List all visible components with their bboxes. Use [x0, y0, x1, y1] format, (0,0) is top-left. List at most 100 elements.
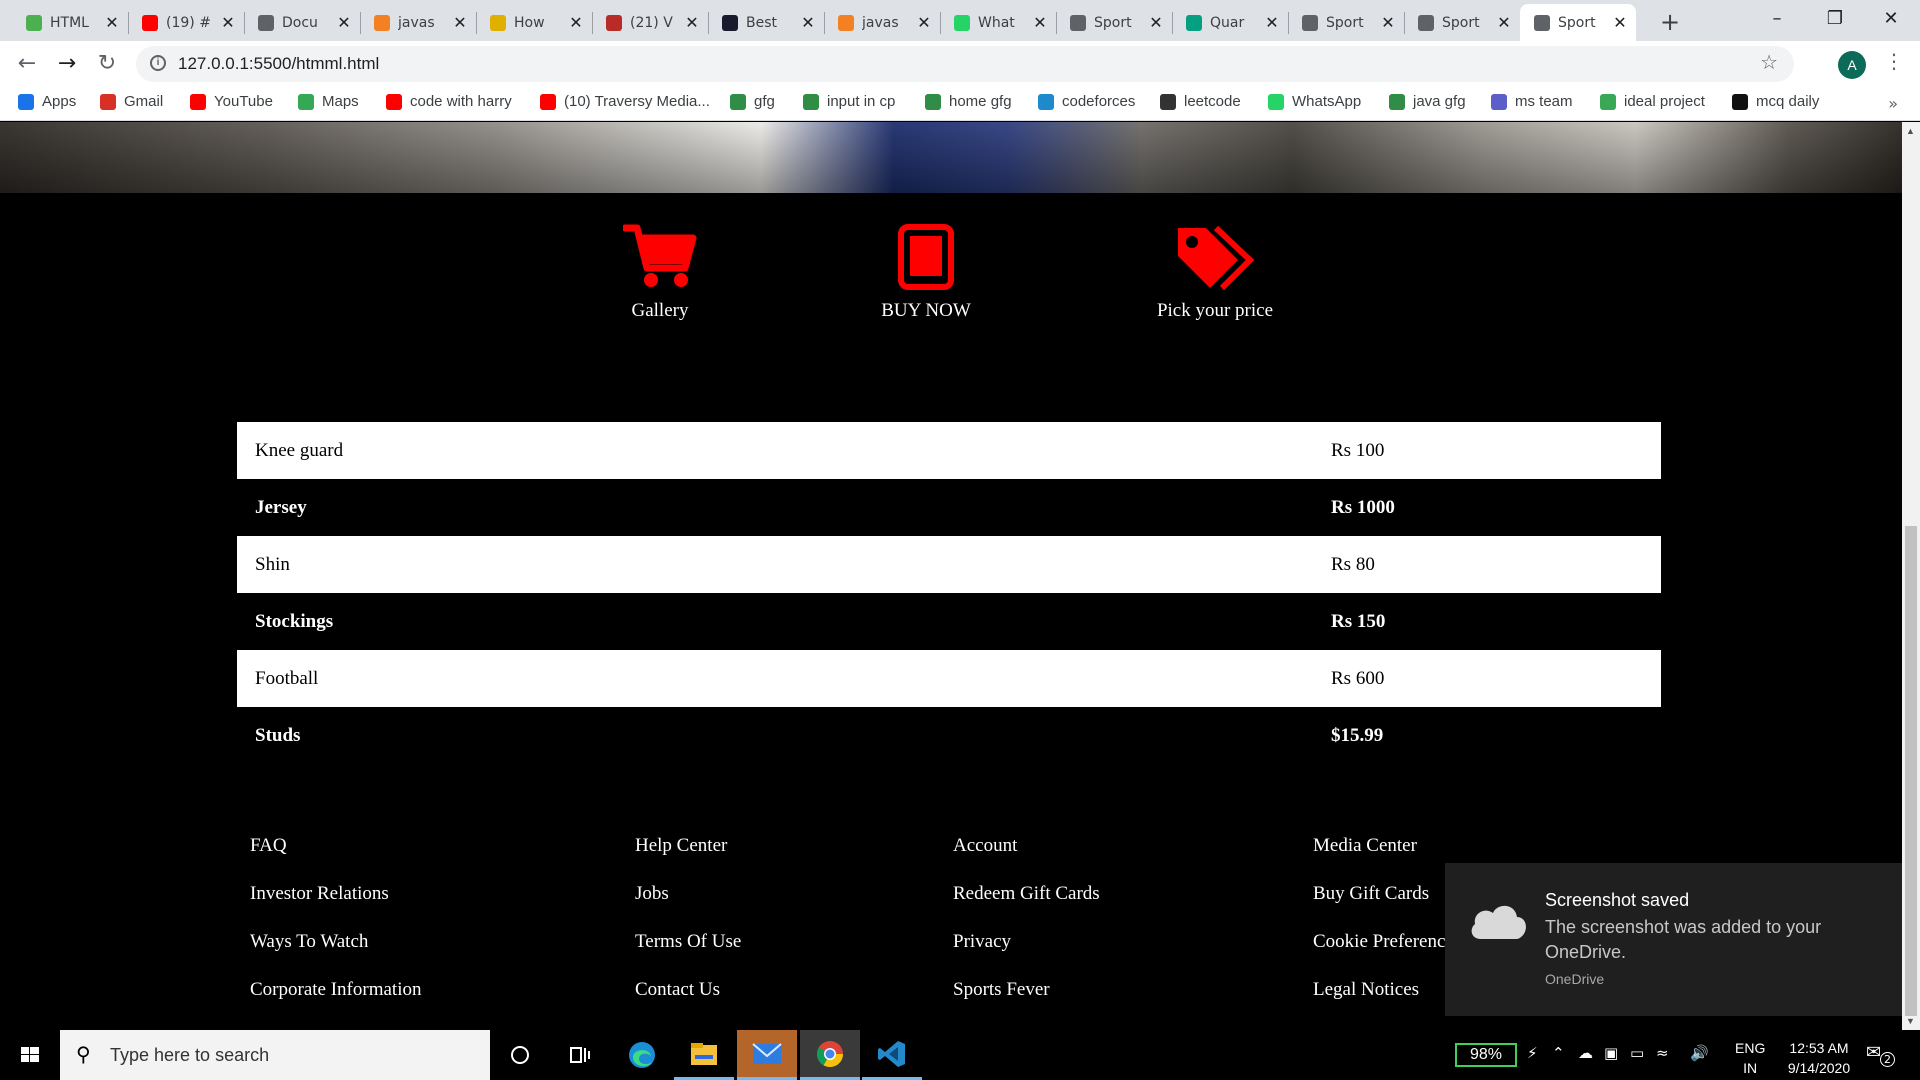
back-arrow-icon[interactable]: ←: [12, 49, 42, 79]
bookmark-item[interactable]: mcq daily: [1732, 93, 1819, 110]
close-tab-icon[interactable]: ✕: [1264, 13, 1280, 32]
browser-tab[interactable]: Docu ✕: [244, 4, 360, 41]
scroll-up-arrow-icon[interactable]: ▲: [1906, 126, 1915, 136]
browser-tab[interactable]: javas ✕: [360, 4, 476, 41]
bookmark-item[interactable]: codeforces: [1038, 93, 1135, 110]
browser-menu-icon[interactable]: ⋮: [1884, 49, 1904, 73]
volume-icon[interactable]: 🔊: [1690, 1044, 1709, 1062]
task-view-button[interactable]: [550, 1030, 610, 1080]
power-plug-icon[interactable]: ⚡: [1527, 1044, 1538, 1062]
feature-gallery[interactable]: Gallery: [560, 224, 760, 322]
bookmark-item[interactable]: input in cp: [803, 93, 895, 110]
footer-link[interactable]: Jobs: [635, 880, 741, 928]
footer-link[interactable]: Contact Us: [635, 976, 741, 1024]
close-tab-icon[interactable]: ✕: [220, 13, 236, 32]
bookmark-item[interactable]: WhatsApp: [1268, 93, 1361, 110]
browser-tab[interactable]: Sport ✕: [1056, 4, 1172, 41]
page-scrollbar[interactable]: ▲ ▼: [1902, 122, 1920, 1030]
close-tab-icon[interactable]: ✕: [1612, 13, 1628, 32]
onedrive-tray-icon[interactable]: ☁: [1578, 1044, 1593, 1062]
taskbar-search[interactable]: ⚲ Type here to search: [60, 1030, 490, 1080]
close-tab-icon[interactable]: ✕: [1148, 13, 1164, 32]
system-clock[interactable]: 12:53 AM 9/14/2020: [1770, 1038, 1868, 1078]
bookmark-item[interactable]: YouTube: [190, 93, 273, 110]
url-text[interactable]: 127.0.0.1:5500/htmml.html: [178, 54, 379, 74]
file-explorer-app[interactable]: [674, 1030, 734, 1080]
browser-tab[interactable]: What ✕: [940, 4, 1056, 41]
footer-link[interactable]: Buy Gift Cards: [1313, 880, 1461, 928]
address-bar[interactable]: i 127.0.0.1:5500/htmml.html ☆: [136, 46, 1794, 82]
footer-link[interactable]: Ways To Watch: [250, 928, 421, 976]
close-tab-icon[interactable]: ✕: [104, 13, 120, 32]
bookmark-item[interactable]: home gfg: [925, 93, 1012, 110]
footer-link[interactable]: Account: [953, 832, 1100, 880]
bookmark-item[interactable]: Maps: [298, 93, 359, 110]
footer-link[interactable]: Help Center: [635, 832, 741, 880]
minimize-button[interactable]: –: [1748, 4, 1806, 34]
footer-link[interactable]: Cookie Preferences: [1313, 928, 1461, 976]
browser-tab[interactable]: Sport ✕: [1520, 4, 1636, 41]
browser-tab[interactable]: Quar ✕: [1172, 4, 1288, 41]
footer-link[interactable]: Sports Fever: [953, 976, 1100, 1024]
bookmark-item[interactable]: leetcode: [1160, 93, 1241, 110]
close-tab-icon[interactable]: ✕: [800, 13, 816, 32]
show-hidden-icons-icon[interactable]: ⌃: [1552, 1044, 1565, 1062]
close-tab-icon[interactable]: ✕: [1496, 13, 1512, 32]
bookmark-item[interactable]: (10) Traversy Media...: [540, 93, 710, 110]
browser-tab[interactable]: Best ✕: [708, 4, 824, 41]
battery-indicator[interactable]: 98%: [1455, 1043, 1517, 1067]
close-tab-icon[interactable]: ✕: [916, 13, 932, 32]
site-info-icon[interactable]: i: [150, 55, 166, 71]
close-tab-icon[interactable]: ✕: [684, 13, 700, 32]
footer-link[interactable]: Legal Notices: [1313, 976, 1461, 1024]
browser-tab[interactable]: HTML ✕: [12, 4, 128, 41]
vscode-app[interactable]: [862, 1030, 922, 1080]
input-language[interactable]: ENG IN: [1735, 1038, 1765, 1078]
edge-app[interactable]: [612, 1030, 672, 1080]
close-tab-icon[interactable]: ✕: [1380, 13, 1396, 32]
close-tab-icon[interactable]: ✕: [568, 13, 584, 32]
feature-buy-now[interactable]: BUY NOW: [826, 224, 1026, 322]
scroll-down-arrow-icon[interactable]: ▼: [1906, 1016, 1915, 1026]
bookmarks-overflow-icon[interactable]: »: [1888, 94, 1898, 113]
battery-tray-icon[interactable]: ▭: [1630, 1044, 1644, 1062]
chrome-app[interactable]: [800, 1030, 860, 1080]
bookmark-star-icon[interactable]: ☆: [1760, 50, 1778, 74]
scrollbar-thumb[interactable]: [1905, 526, 1917, 1016]
browser-tab[interactable]: How ✕: [476, 4, 592, 41]
bookmark-item[interactable]: ideal project: [1600, 93, 1705, 110]
bookmark-item[interactable]: Apps: [18, 93, 76, 110]
footer-link[interactable]: Corporate Information: [250, 976, 421, 1024]
reload-icon[interactable]: ↻: [92, 49, 122, 79]
close-tab-icon[interactable]: ✕: [336, 13, 352, 32]
footer-link[interactable]: Redeem Gift Cards: [953, 880, 1100, 928]
footer-link[interactable]: Media Center: [1313, 832, 1461, 880]
restore-button[interactable]: ❐: [1806, 4, 1864, 34]
action-center-button[interactable]: ✉ 2: [1866, 1042, 1896, 1070]
footer-link[interactable]: Privacy: [953, 928, 1100, 976]
close-window-button[interactable]: ✕: [1862, 4, 1920, 34]
close-tab-icon[interactable]: ✕: [1032, 13, 1048, 32]
browser-tab[interactable]: (19) # ✕: [128, 4, 244, 41]
footer-link[interactable]: FAQ: [250, 832, 421, 880]
feature-pick-price[interactable]: Pick your price: [1115, 224, 1315, 322]
browser-tab[interactable]: (21) V ✕: [592, 4, 708, 41]
mail-app[interactable]: [737, 1030, 797, 1080]
forward-arrow-icon[interactable]: →: [52, 49, 82, 79]
footer-link[interactable]: Terms Of Use: [635, 928, 741, 976]
browser-tab[interactable]: Sport ✕: [1404, 4, 1520, 41]
bookmark-item[interactable]: code with harry: [386, 93, 512, 110]
profile-avatar[interactable]: A: [1838, 51, 1866, 79]
new-tab-button[interactable]: +: [1656, 8, 1684, 36]
bookmark-item[interactable]: Gmail: [100, 93, 163, 110]
start-button[interactable]: [0, 1030, 60, 1080]
footer-link[interactable]: Investor Relations: [250, 880, 421, 928]
wifi-icon[interactable]: ≈: [1656, 1044, 1669, 1062]
close-tab-icon[interactable]: ✕: [452, 13, 468, 32]
browser-tab[interactable]: javas ✕: [824, 4, 940, 41]
bookmark-item[interactable]: ms team: [1491, 93, 1573, 110]
browser-tab[interactable]: Sport ✕: [1288, 4, 1404, 41]
onedrive-notification-toast[interactable]: Screenshot saved The screenshot was adde…: [1445, 863, 1902, 1016]
bookmark-item[interactable]: gfg: [730, 93, 775, 110]
bookmark-item[interactable]: java gfg: [1389, 93, 1466, 110]
